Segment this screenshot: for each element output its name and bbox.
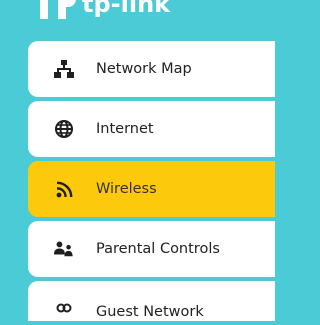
- globe-icon: [54, 119, 74, 139]
- network-map-icon: [54, 59, 74, 79]
- sidebar-item-label: Internet: [96, 121, 154, 137]
- sidebar-item-wireless[interactable]: Wireless: [28, 161, 275, 217]
- sidebar-item-label: Network Map: [96, 61, 192, 77]
- sidebar-item-label: Guest Network: [96, 304, 204, 320]
- sidebar-item-label: Parental Controls: [96, 241, 220, 257]
- sidebar-item-network-map[interactable]: Network Map: [28, 41, 275, 97]
- sidebar-item-guest-network[interactable]: Guest Network: [28, 281, 275, 321]
- sidebar-item-internet[interactable]: Internet: [28, 101, 275, 157]
- sidebar-menu: Network Map Internet Wireless Parental C…: [28, 41, 275, 325]
- wireless-icon: [54, 179, 74, 199]
- tp-link-logo[interactable]: tp-link: [32, 0, 170, 22]
- parental-controls-icon: [54, 239, 74, 259]
- logo-text: tp-link: [82, 0, 171, 18]
- tp-link-logo-mark: [40, 0, 76, 19]
- sidebar-item-label: Wireless: [96, 181, 157, 197]
- guest-network-icon: [54, 302, 74, 322]
- sidebar-item-parental-controls[interactable]: Parental Controls: [28, 221, 275, 277]
